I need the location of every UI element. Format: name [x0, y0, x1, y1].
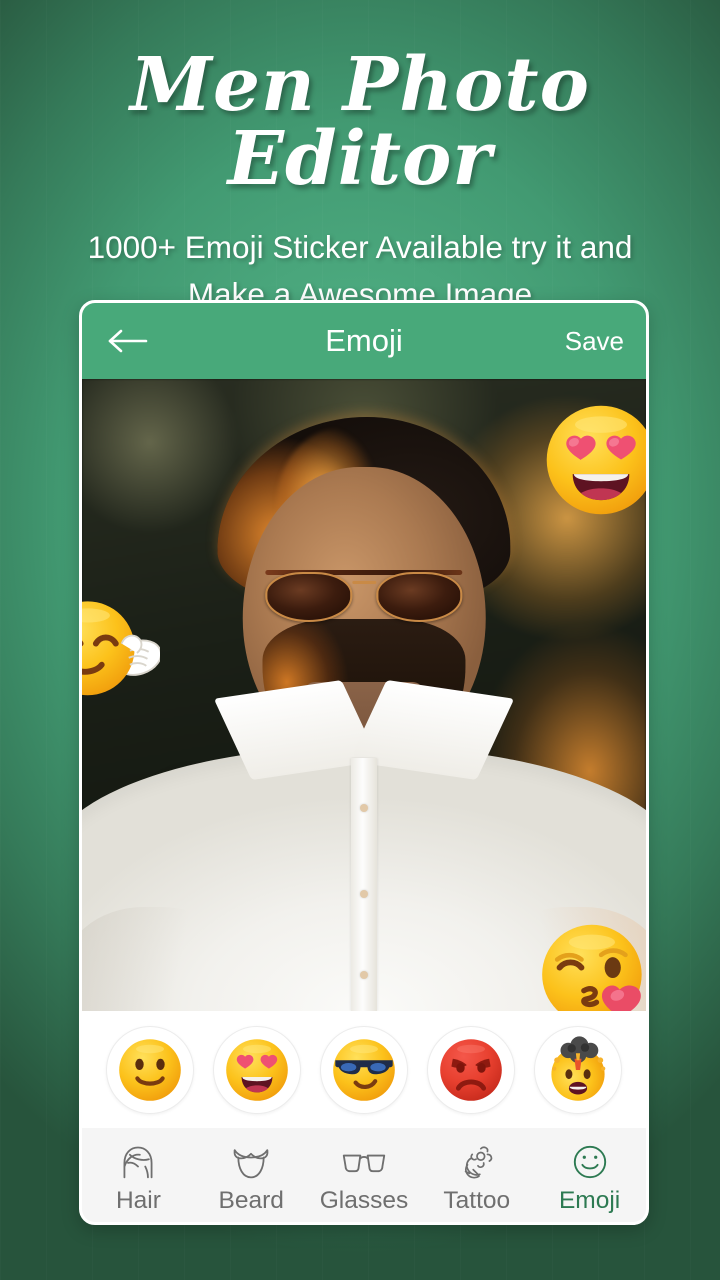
photo-canvas[interactable] [82, 379, 646, 1025]
hair-icon [118, 1142, 158, 1182]
emoji-icon [571, 1142, 609, 1182]
hugging-face-sticker[interactable] [82, 592, 160, 714]
glasses-icon [341, 1142, 387, 1182]
app-bar: Emoji Save [82, 303, 646, 379]
promo-title: Men Photo Editor [130, 42, 590, 202]
sidebar-item-label: Glasses [319, 1186, 409, 1214]
heart-eyes-sticker[interactable] [542, 401, 646, 519]
sidebar-item-hair[interactable]: Hair [82, 1142, 195, 1215]
beard-icon [230, 1142, 272, 1182]
sidebar-item-label: Beard [218, 1186, 284, 1214]
sidebar-item-beard[interactable]: Beard [195, 1142, 308, 1215]
sidebar-item-label: Hair [115, 1186, 161, 1214]
sidebar-item-glasses[interactable]: Glasses [308, 1142, 421, 1215]
photo-sunglasses [265, 569, 463, 623]
emoji-picker-strip[interactable] [82, 1011, 646, 1128]
photo-placket [351, 758, 377, 1011]
promo-header: Men Photo Editor 1000+ Emoji Sticker Ava… [0, 0, 720, 319]
arrow-left-icon[interactable] [104, 324, 150, 358]
sidebar-item-label: Emoji [558, 1186, 621, 1214]
tattoo-icon [458, 1142, 496, 1182]
sidebar-item-emoji[interactable]: Emoji [533, 1142, 646, 1215]
emoji-exploding-head[interactable] [534, 1025, 623, 1114]
phone-frame: Emoji Save Hair Beard Glasses Tattoo Emo… [79, 300, 649, 1225]
page-title: Emoji [325, 323, 403, 358]
save-button[interactable]: Save [565, 326, 624, 357]
sidebar-item-tattoo[interactable]: Tattoo [420, 1142, 533, 1215]
bottom-nav: Hair Beard Glasses Tattoo Emoji [82, 1128, 646, 1222]
emoji-slightly-smiling[interactable] [105, 1025, 194, 1114]
sidebar-item-label: Tattoo [443, 1186, 511, 1214]
emoji-sunglasses[interactable] [319, 1025, 408, 1114]
emoji-heart-eyes[interactable] [212, 1025, 301, 1114]
emoji-angry[interactable] [427, 1025, 516, 1114]
